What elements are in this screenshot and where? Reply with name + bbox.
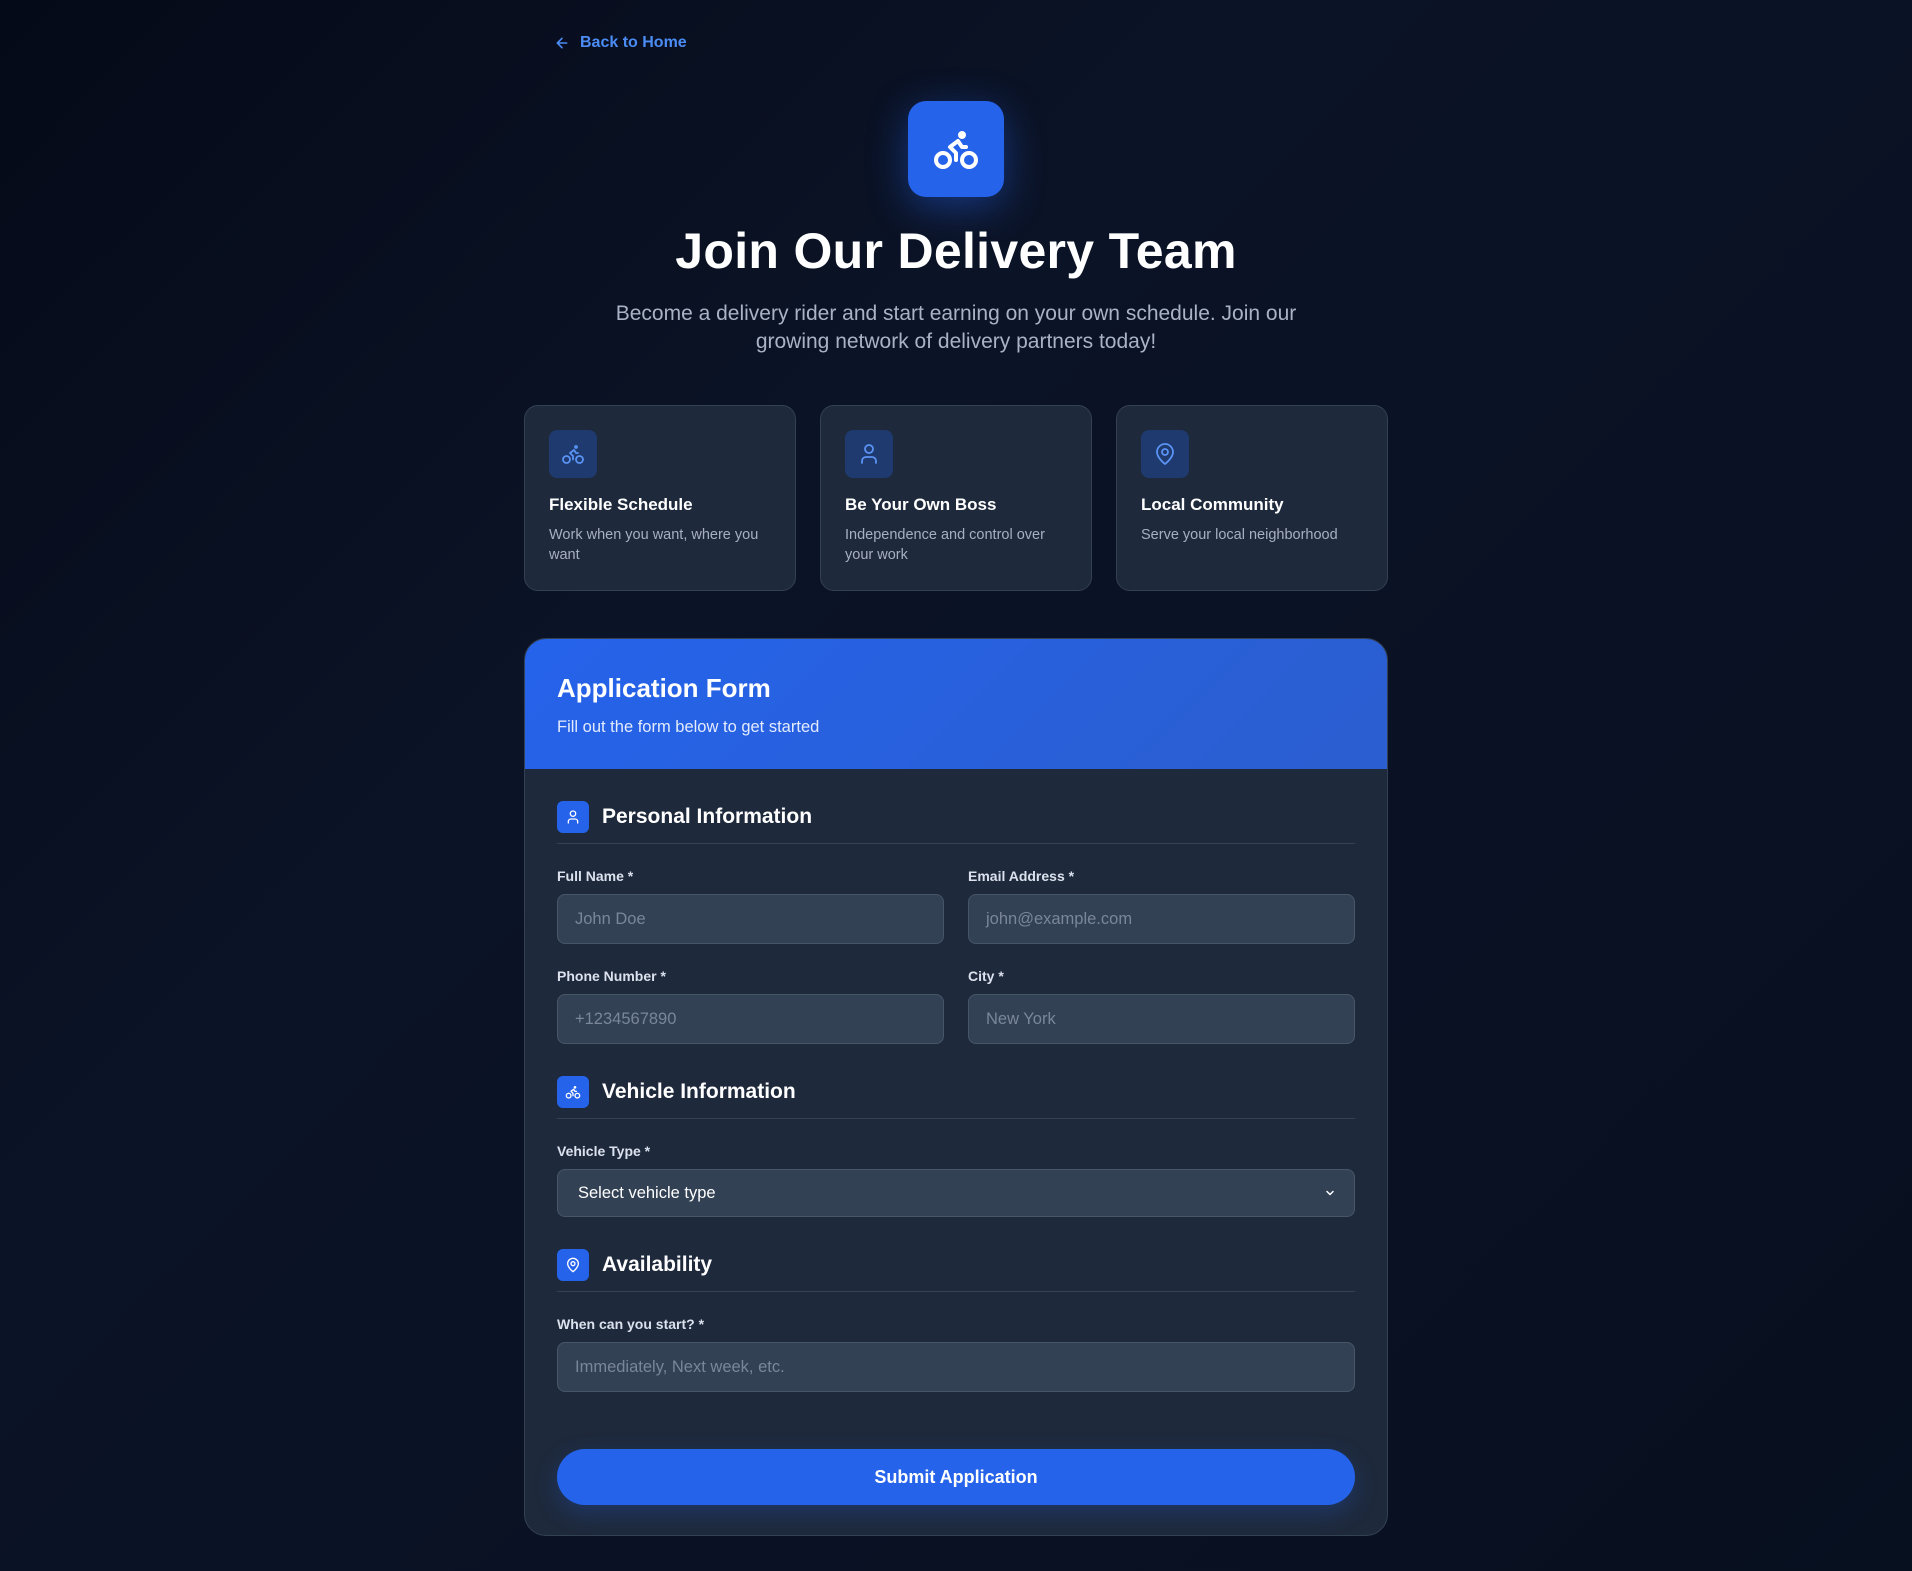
feature-cards: Flexible Schedule Work when you want, wh… bbox=[524, 405, 1388, 591]
feature-icon-box bbox=[1141, 430, 1189, 478]
full-name-input[interactable]: John Doe bbox=[557, 894, 944, 944]
user-icon bbox=[567, 810, 579, 824]
section-title: Availability bbox=[602, 1253, 713, 1276]
user-icon bbox=[861, 444, 877, 464]
form-title: Application Form bbox=[557, 673, 771, 703]
bike-icon bbox=[562, 445, 584, 464]
feature-card-flexible-schedule: Flexible Schedule Work when you want, wh… bbox=[524, 405, 796, 591]
submit-application-button[interactable]: Submit Application bbox=[557, 1449, 1355, 1505]
section-icon-box bbox=[557, 1249, 589, 1281]
form-subtitle: Fill out the form below to get started bbox=[557, 718, 820, 736]
start-date-input[interactable]: Immediately, Next week, etc. bbox=[557, 1342, 1355, 1392]
feature-description: Independence and control over your work bbox=[845, 527, 1045, 563]
start-date-field: When can you start? * Immediately, Next … bbox=[557, 1316, 1355, 1392]
city-label: City * bbox=[968, 968, 1004, 984]
city-field: City * New York bbox=[968, 968, 1355, 1044]
phone-field: Phone Number * +1234567890 bbox=[557, 968, 944, 1044]
map-pin-icon bbox=[1156, 443, 1174, 465]
form-body: Personal Information Full Name * John Do… bbox=[525, 769, 1387, 1505]
vehicle-type-select[interactable]: Select vehicle type bbox=[557, 1169, 1355, 1217]
vehicle-type-label: Vehicle Type * bbox=[557, 1143, 651, 1159]
full-name-label: Full Name * bbox=[557, 868, 634, 884]
feature-title: Flexible Schedule bbox=[549, 495, 693, 514]
email-label: Email Address * bbox=[968, 868, 1075, 884]
section-icon-box bbox=[557, 1076, 589, 1108]
personal-fields: Full Name * John Doe Email Address * joh… bbox=[557, 868, 1355, 1044]
feature-icon-box bbox=[549, 430, 597, 478]
section-personal-information: Personal Information bbox=[557, 801, 1355, 844]
feature-description: Serve your local neighborhood bbox=[1141, 527, 1338, 543]
page-title: Join Our Delivery Team bbox=[675, 223, 1237, 279]
feature-title: Local Community bbox=[1141, 495, 1284, 514]
map-pin-icon bbox=[567, 1257, 579, 1273]
bike-icon bbox=[565, 1086, 581, 1099]
feature-card-local-community: Local Community Serve your local neighbo… bbox=[1116, 405, 1388, 591]
back-link-label: Back to Home bbox=[580, 34, 687, 51]
section-vehicle-information: Vehicle Information bbox=[557, 1076, 1355, 1119]
vehicle-type-selected: Select vehicle type bbox=[578, 1183, 716, 1202]
hero-bike-icon bbox=[908, 101, 1004, 197]
start-date-label: When can you start? * bbox=[557, 1316, 705, 1332]
feature-icon-box bbox=[845, 430, 893, 478]
feature-card-be-your-own-boss: Be Your Own Boss Independence and contro… bbox=[820, 405, 1092, 591]
arrow-left-icon bbox=[556, 37, 568, 49]
email-field: Email Address * john@example.com bbox=[968, 868, 1355, 944]
form-header: Application Form Fill out the form below… bbox=[525, 639, 1387, 769]
feature-title: Be Your Own Boss bbox=[845, 495, 997, 514]
section-title: Vehicle Information bbox=[602, 1080, 796, 1103]
application-form: Application Form Fill out the form below… bbox=[524, 638, 1388, 1536]
vehicle-type-field: Vehicle Type * Select vehicle type bbox=[557, 1143, 1355, 1217]
phone-label: Phone Number * bbox=[557, 968, 666, 984]
phone-input[interactable]: +1234567890 bbox=[557, 994, 944, 1044]
email-input[interactable]: john@example.com bbox=[968, 894, 1355, 944]
page-subtitle: Become a delivery rider and start earnin… bbox=[615, 302, 1297, 353]
back-to-home-link[interactable]: Back to Home bbox=[554, 34, 687, 52]
section-availability: Availability bbox=[557, 1249, 1355, 1292]
feature-description: Work when you want, where you want bbox=[549, 527, 759, 563]
bike-icon bbox=[934, 131, 978, 169]
section-icon-box bbox=[557, 801, 589, 833]
section-title: Personal Information bbox=[602, 805, 813, 828]
full-name-field: Full Name * John Doe bbox=[557, 868, 944, 944]
chevron-down-icon bbox=[1326, 1190, 1334, 1196]
city-input[interactable]: New York bbox=[968, 994, 1355, 1044]
